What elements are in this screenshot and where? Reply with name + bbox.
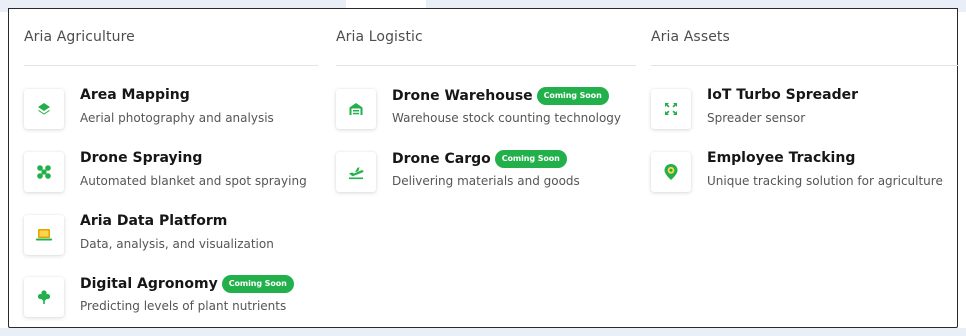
item-title: Drone Warehouse — [392, 88, 533, 104]
column-heading: Aria Assets — [651, 29, 730, 45]
sprout-icon — [24, 277, 64, 317]
coming-soon-badge: Coming Soon — [221, 275, 294, 293]
column-heading: Aria Agriculture — [24, 29, 135, 45]
column-divider — [24, 65, 318, 66]
item-description: Delivering materials and goods — [392, 174, 580, 188]
item-description: Unique tracking solution for agriculture — [707, 174, 943, 188]
item-title: Employee Tracking — [707, 150, 856, 166]
layers-icon — [24, 89, 64, 129]
item-description: Aerial photography and analysis — [80, 111, 274, 125]
item-description: Data, analysis, and visualization — [80, 237, 274, 251]
expand-arrows-icon — [651, 89, 691, 129]
item-title: Aria Data Platform — [80, 213, 228, 229]
column-divider — [651, 65, 959, 66]
column-divider — [336, 65, 636, 66]
drone-icon — [24, 152, 64, 192]
item-title: Drone Spraying — [80, 150, 203, 166]
coming-soon-badge: Coming Soon — [536, 87, 609, 105]
item-title: Drone Cargo — [392, 151, 491, 167]
column-heading: Aria Logistic — [336, 29, 423, 45]
item-description: Spreader sensor — [707, 111, 806, 125]
location-pin-icon — [651, 152, 691, 192]
warehouse-icon — [336, 89, 376, 129]
item-description: Automated blanket and spot spraying — [80, 174, 307, 188]
item-title: Digital Agronomy — [80, 276, 218, 292]
laptop-icon — [24, 215, 64, 255]
plane-departure-icon — [336, 152, 376, 192]
products-mega-menu: Aria Agriculture Area Mapping Aerial pho… — [8, 8, 959, 328]
item-description: Warehouse stock counting technology — [392, 111, 622, 125]
background-band-bottom — [0, 328, 966, 336]
item-title: Area Mapping — [80, 87, 190, 103]
coming-soon-badge: Coming Soon — [494, 150, 567, 168]
item-title: IoT Turbo Spreader — [707, 87, 859, 103]
item-description: Predicting levels of plant nutrients — [80, 299, 287, 313]
